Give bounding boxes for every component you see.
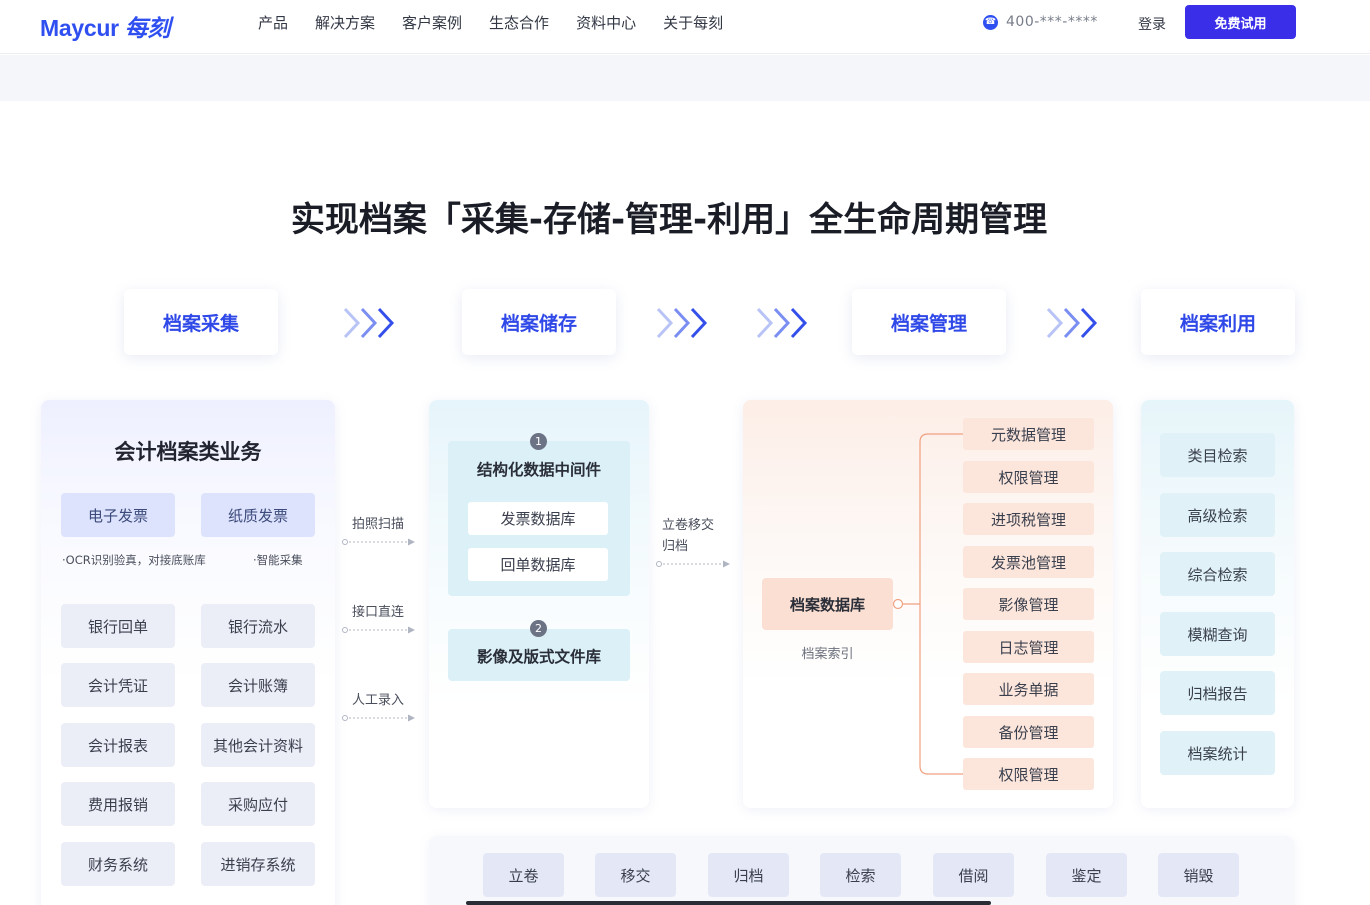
mgmt-permission-2: 权限管理: [963, 758, 1094, 790]
mgmt-invoice-pool: 发票池管理: [963, 546, 1094, 578]
nav-item-products[interactable]: 产品: [258, 14, 288, 32]
life-destroy: 销毁: [1158, 853, 1239, 897]
free-trial-button[interactable]: 免费试用: [1185, 5, 1296, 39]
main-nav: 产品 解决方案 客户案例 生态合作 资料中心 关于每刻: [258, 14, 750, 32]
maycur-logo[interactable]: Maycur 每刻: [40, 9, 170, 43]
chevron-arrows-icon: [756, 307, 808, 339]
use-fuzzy-query: 模糊查询: [1160, 612, 1275, 656]
stage-storage: 档案储存: [462, 289, 616, 355]
mgmt-permission: 权限管理: [963, 461, 1094, 493]
mgmt-input-tax: 进项税管理: [963, 503, 1094, 535]
logo-text: Maycur: [40, 15, 119, 41]
chip-bank-flow: 银行流水: [201, 604, 315, 648]
step-badge-2: 2: [530, 620, 547, 637]
life-archive: 归档: [708, 853, 789, 897]
chip-expense: 费用报销: [61, 782, 175, 826]
banner-strip: [0, 55, 1370, 101]
chip-inventory-system: 进销存系统: [201, 842, 315, 886]
flow-label-manual: 人工录入: [352, 693, 405, 708]
use-combined-search: 综合检索: [1160, 552, 1275, 596]
stage-use: 档案利用: [1141, 289, 1295, 355]
dotted-arrow-icon: [342, 714, 415, 722]
dotted-arrow-icon: [656, 560, 730, 568]
use-category-search: 类目检索: [1160, 433, 1275, 477]
nav-item-solutions[interactable]: 解决方案: [315, 14, 375, 32]
chevron-arrows-icon: [656, 307, 708, 339]
mgmt-backup: 备份管理: [963, 716, 1094, 748]
receipt-db-chip: 回单数据库: [468, 548, 608, 581]
chip-voucher: 会计凭证: [61, 663, 175, 707]
nav-item-resources[interactable]: 资料中心: [576, 14, 636, 32]
mgmt-image: 影像管理: [963, 588, 1094, 620]
archive-index-label: 档案索引: [801, 647, 854, 662]
archive-database-box: 档案数据库: [762, 578, 893, 630]
chip-paper-invoice: 纸质发票: [201, 493, 315, 537]
use-archive-stats: 档案统计: [1160, 731, 1275, 775]
transfer-label-2: 归档: [662, 539, 689, 554]
image-file-title: 影像及版式文件库: [476, 648, 601, 666]
chip-other-materials: 其他会计资料: [201, 723, 315, 767]
chip-report: 会计报表: [61, 723, 175, 767]
login-link[interactable]: 登录: [1138, 14, 1166, 34]
mgmt-log: 日志管理: [963, 631, 1094, 663]
life-transfer: 移交: [595, 853, 676, 897]
nav-item-about[interactable]: 关于每刻: [663, 14, 723, 32]
structured-data-title: 结构化数据中间件: [476, 461, 601, 479]
top-navbar: Maycur 每刻 产品 解决方案 客户案例 生态合作 资料中心 关于每刻 ☎ 4…: [0, 0, 1370, 54]
dotted-arrow-icon: [342, 626, 415, 634]
note-smart-collect: ·智能采集: [253, 553, 303, 567]
step-badge-1: 1: [530, 433, 547, 450]
chip-finance-system: 财务系统: [61, 842, 175, 886]
use-archive-report: 归档报告: [1160, 671, 1275, 715]
phone-number: 400-***-****: [1006, 14, 1098, 30]
logo-cn-text: 每刻: [124, 15, 171, 41]
note-ocr: ·OCR识别验真，对接底账库: [62, 553, 206, 567]
invoice-db-chip: 发票数据库: [468, 502, 608, 535]
flow-label-scan: 拍照扫描: [352, 517, 405, 532]
stage-manage: 档案管理: [852, 289, 1006, 355]
flow-label-api: 接口直连: [352, 605, 405, 620]
chevron-arrows-icon: [343, 307, 395, 339]
life-file-volume: 立卷: [483, 853, 564, 897]
chevron-arrows-icon: [1046, 307, 1098, 339]
mgmt-metadata: 元数据管理: [963, 418, 1094, 450]
nav-item-cases[interactable]: 客户案例: [402, 14, 462, 32]
life-borrow: 借阅: [933, 853, 1014, 897]
collect-panel: [41, 400, 335, 905]
tree-connector: [892, 433, 963, 775]
chip-purchase-payable: 采购应付: [201, 782, 315, 826]
collect-panel-title: 会计档案类业务: [114, 440, 262, 464]
transfer-label-1: 立卷移交: [662, 518, 715, 533]
chip-e-invoice: 电子发票: [61, 493, 175, 537]
chip-bank-receipt: 银行回单: [61, 604, 175, 648]
use-advanced-search: 高级检索: [1160, 493, 1275, 537]
dotted-arrow-icon: [342, 538, 415, 546]
phone-contact[interactable]: ☎ 400-***-****: [983, 14, 1098, 30]
nav-item-ecosystem[interactable]: 生态合作: [489, 14, 549, 32]
life-search: 检索: [820, 853, 901, 897]
chip-ledger: 会计账簿: [201, 663, 315, 707]
stage-collect: 档案采集: [124, 289, 278, 355]
life-appraise: 鉴定: [1046, 853, 1127, 897]
scroll-indicator[interactable]: [466, 901, 991, 905]
phone-icon: ☎: [983, 14, 998, 30]
mgmt-business-doc: 业务单据: [963, 673, 1094, 705]
page-title: 实现档案「采集-存储-管理-利用」全生命周期管理: [290, 200, 1048, 240]
